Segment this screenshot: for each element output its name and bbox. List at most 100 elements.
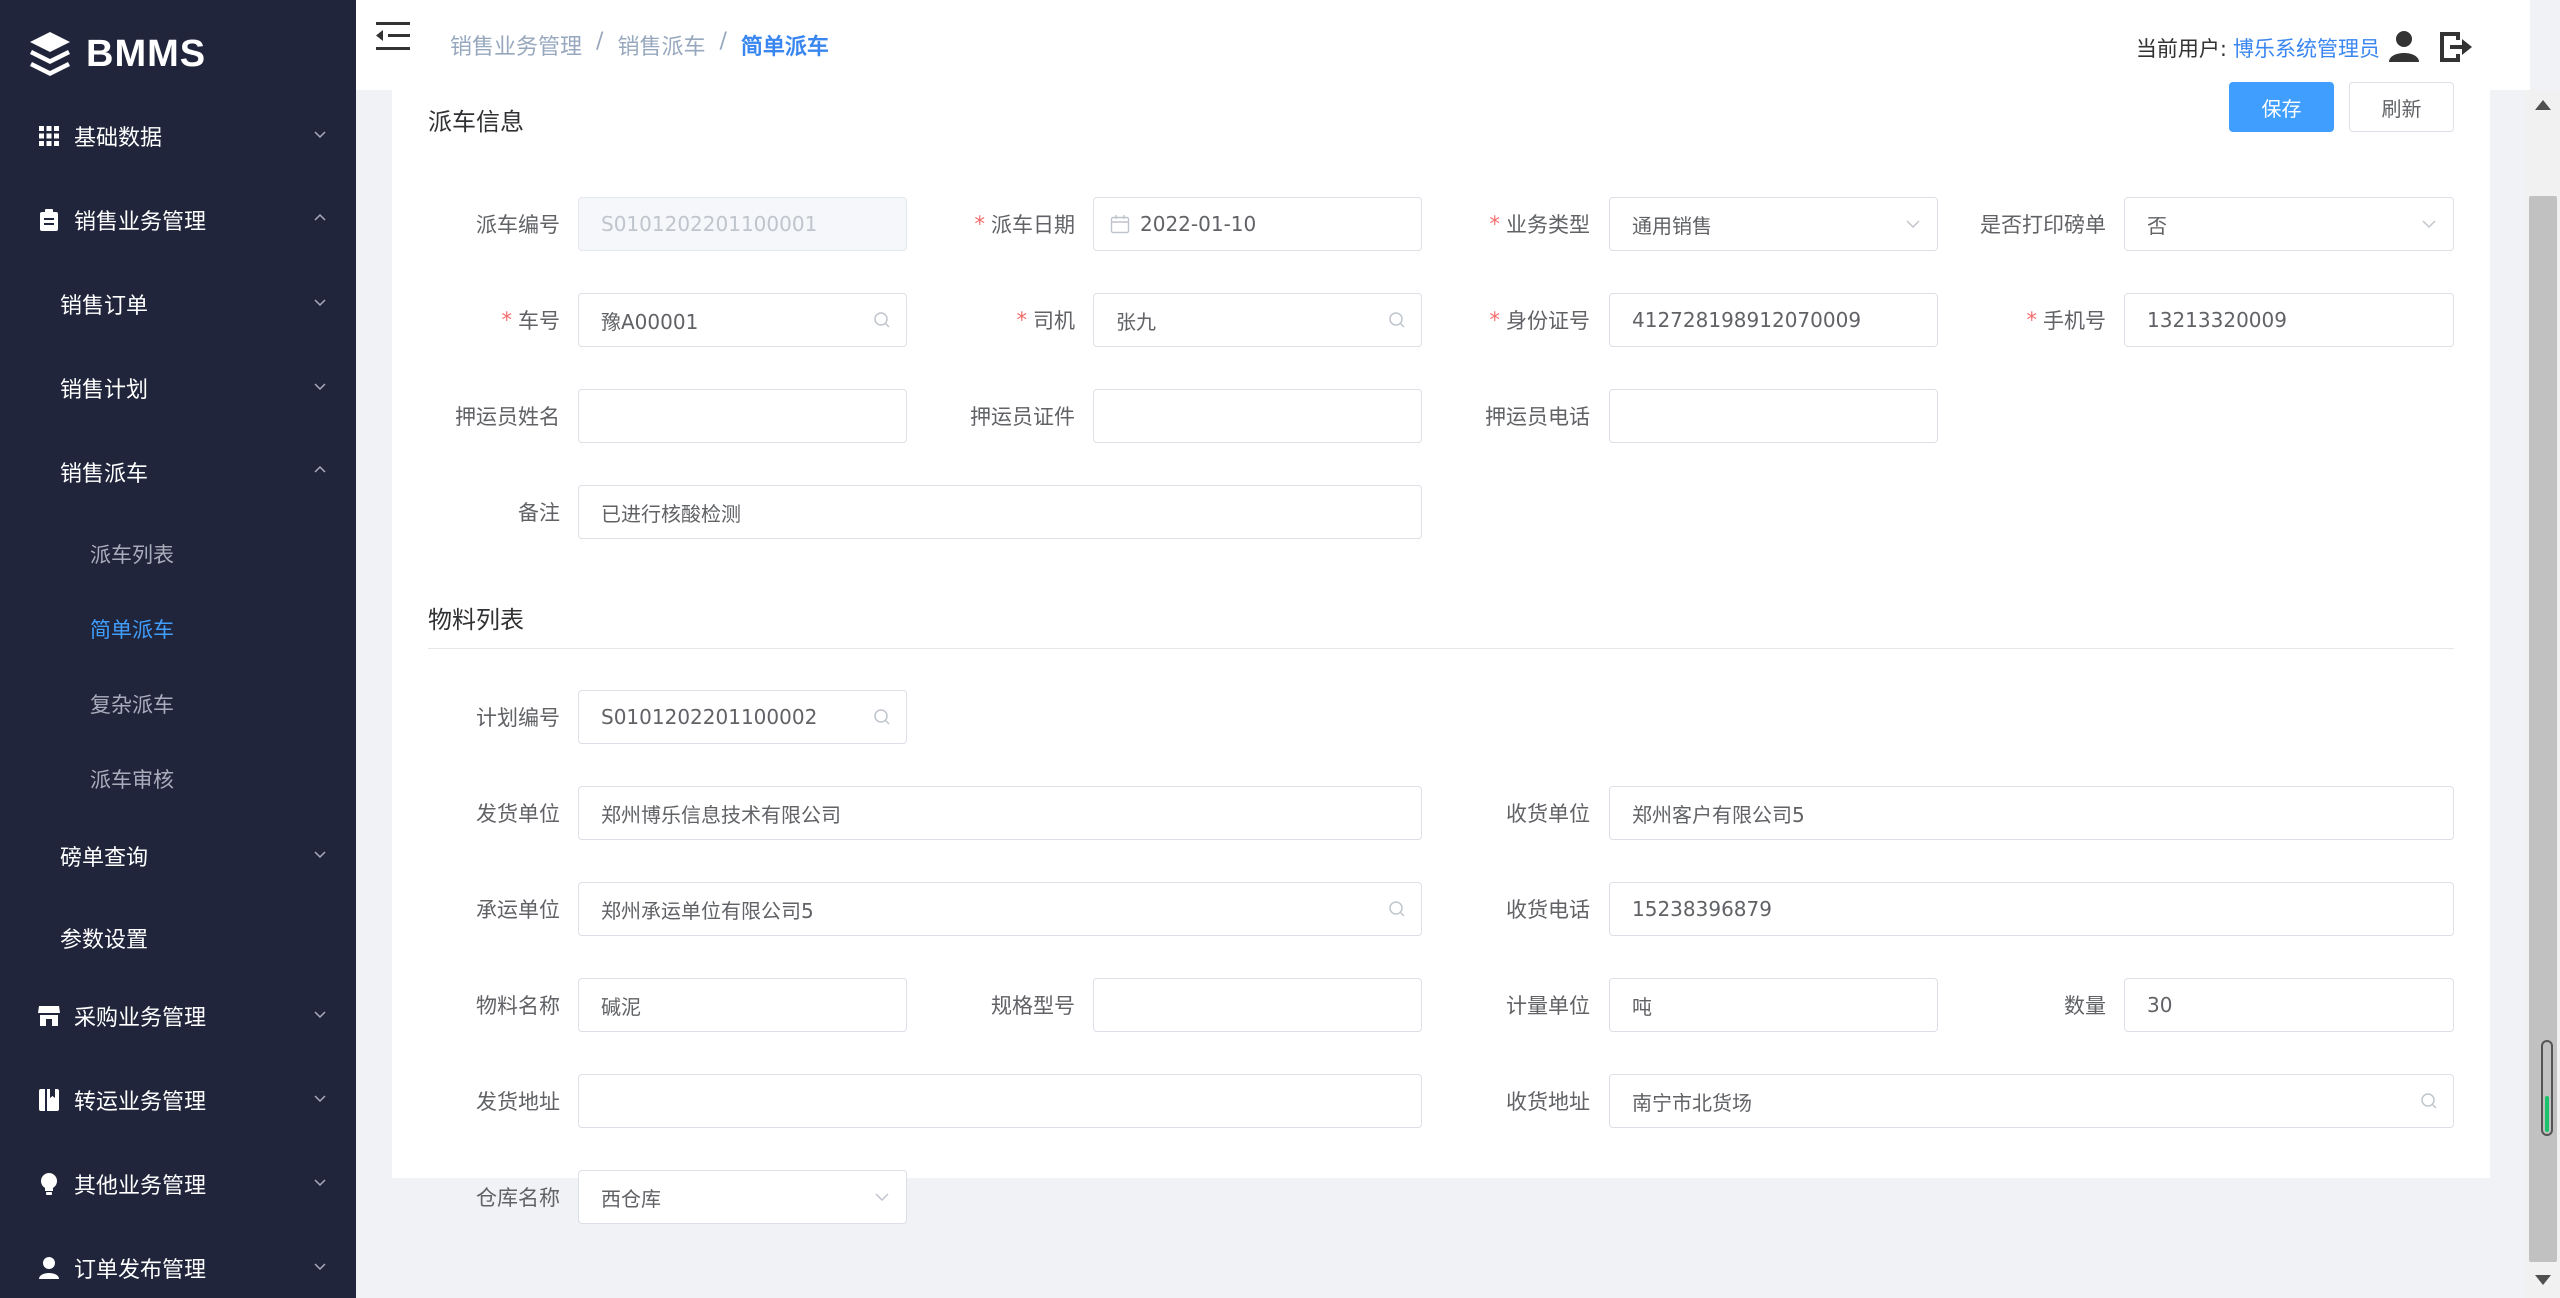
required-mark: * — [1489, 212, 1501, 236]
unit-input[interactable]: 吨 — [1609, 978, 1938, 1032]
label-text: 司机 — [1033, 309, 1075, 333]
id-no-label: * 身份证号 — [1450, 293, 1591, 347]
search-icon[interactable] — [1387, 310, 1407, 330]
breadcrumb-current: 简单派车 — [740, 35, 829, 60]
chevron-up-icon — [314, 465, 326, 473]
sidebar-item-transfer-management[interactable]: 转运业务管理 — [0, 1070, 356, 1130]
label-text: 押运员姓名 — [455, 405, 560, 429]
label-text: 承运单位 — [476, 898, 560, 922]
carrier-input[interactable]: 郑州承运单位有限公司5 — [578, 882, 1422, 936]
label-text: 派车日期 — [991, 213, 1075, 237]
app-name: BMMS — [86, 32, 207, 75]
field-value: S0101202201100001 — [601, 212, 818, 236]
required-mark: * — [974, 212, 986, 236]
sidebar-item-sales-dispatch[interactable]: 销售派车 — [0, 442, 356, 502]
escort-cert-input[interactable] — [1093, 389, 1422, 443]
field-value: 张九 — [1116, 309, 1156, 334]
user-icon — [38, 1257, 60, 1279]
sidebar-item-dispatch-review[interactable]: 派车审核 — [0, 749, 356, 809]
carrier-label: 承运单位 — [420, 882, 560, 936]
sidebar-item-complex-dispatch[interactable]: 复杂派车 — [0, 674, 356, 734]
scroll-up-arrow[interactable] — [2535, 100, 2551, 110]
app-logo[interactable]: BMMS — [0, 0, 356, 108]
label-text: 手机号 — [2043, 309, 2106, 333]
shipper-input[interactable]: 郑州博乐信息技术有限公司 — [578, 786, 1422, 840]
label-text: 数量 — [2064, 994, 2106, 1018]
escort-phone-input[interactable] — [1609, 389, 1938, 443]
sidebar-item-order-publish[interactable]: 订单发布管理 — [0, 1238, 356, 1298]
dispatch-date-picker[interactable]: 2022-01-10 — [1093, 197, 1422, 251]
receiver-phone-input[interactable]: 15238396879 — [1609, 882, 2454, 936]
spec-input[interactable] — [1093, 978, 1422, 1032]
receiver-label: 收货单位 — [1450, 786, 1590, 840]
sidebar-item-sales-management[interactable]: 销售业务管理 — [0, 190, 356, 250]
sidebar-item-label: 销售订单 — [60, 294, 149, 319]
sidebar-item-label: 派车列表 — [90, 543, 174, 567]
current-user-label: 当前用户: — [2135, 37, 2227, 61]
quantity-label: 数量 — [1966, 978, 2106, 1032]
sidebar-item-label: 参数设置 — [60, 928, 149, 953]
unit-label: 计量单位 — [1450, 978, 1590, 1032]
field-value: 郑州博乐信息技术有限公司 — [601, 802, 841, 827]
menu-toggle-icon[interactable] — [376, 20, 410, 52]
receive-address-label: 收货地址 — [1450, 1074, 1590, 1128]
label-text: 规格型号 — [991, 994, 1075, 1018]
phone-input[interactable]: 13213320009 — [2124, 293, 2454, 347]
sidebar-item-dispatch-list[interactable]: 派车列表 — [0, 524, 356, 584]
business-type-select[interactable]: 通用销售 — [1609, 197, 1938, 251]
logout-icon[interactable] — [2438, 30, 2474, 64]
store-icon — [38, 1005, 60, 1027]
scroll-grip-indicator — [2545, 1096, 2549, 1132]
section-title-dispatch: 派车信息 — [428, 108, 524, 136]
sidebar-item-simple-dispatch[interactable]: 简单派车 — [0, 599, 356, 659]
section-divider — [428, 648, 2454, 649]
field-value: S0101202201100002 — [601, 705, 818, 729]
warehouse-select[interactable]: 西仓库 — [578, 1170, 907, 1224]
search-icon[interactable] — [872, 310, 892, 330]
label-text: 押运员电话 — [1485, 405, 1590, 429]
sidebar-item-ticket-query[interactable]: 磅单查询 — [0, 826, 356, 886]
print-ticket-select[interactable]: 否 — [2124, 197, 2454, 251]
material-name-input[interactable]: 碱泥 — [578, 978, 907, 1032]
id-no-input[interactable]: 412728198912070009 — [1609, 293, 1938, 347]
sidebar-item-label: 简单派车 — [90, 618, 174, 642]
breadcrumb-item[interactable]: 销售派车 — [617, 29, 705, 61]
sidebar-item-purchase-management[interactable]: 采购业务管理 — [0, 986, 356, 1046]
driver-input[interactable]: 张九 — [1093, 293, 1422, 347]
ship-address-input[interactable] — [578, 1074, 1422, 1128]
search-icon[interactable] — [872, 707, 892, 727]
sidebar-item-sales-plans[interactable]: 销售计划 — [0, 358, 356, 418]
refresh-button[interactable]: 刷新 — [2349, 82, 2454, 132]
chevron-down-icon — [314, 299, 326, 307]
breadcrumb-item[interactable]: 销售业务管理 — [450, 29, 582, 61]
label-text: 计划编号 — [476, 706, 560, 730]
driver-label: * 司机 — [935, 293, 1076, 347]
label-text: 是否打印磅单 — [1980, 213, 2106, 237]
remark-input[interactable]: 已进行核酸检测 — [578, 485, 1422, 539]
print-ticket-label: 是否打印磅单 — [1960, 197, 2106, 251]
lightbulb-icon — [38, 1173, 60, 1195]
plan-no-input[interactable]: S0101202201100002 — [578, 690, 907, 744]
calendar-icon — [1110, 215, 1130, 234]
receiver-input[interactable]: 郑州客户有限公司5 — [1609, 786, 2454, 840]
scroll-down-arrow[interactable] — [2535, 1275, 2551, 1285]
save-button[interactable]: 保存 — [2229, 82, 2334, 132]
field-value: 15238396879 — [1632, 897, 1772, 921]
label-text: 收货单位 — [1506, 802, 1590, 826]
required-mark: * — [501, 308, 513, 332]
remark-label: 备注 — [420, 485, 560, 539]
receive-address-input[interactable]: 南宁市北货场 — [1609, 1074, 2454, 1128]
search-icon[interactable] — [2419, 1091, 2439, 1111]
plate-no-input[interactable]: 豫A00001 — [578, 293, 907, 347]
escort-name-input[interactable] — [578, 389, 907, 443]
current-user-name[interactable]: 博乐系统管理员 — [2233, 33, 2380, 63]
sidebar-item-basic-data[interactable]: 基础数据 — [0, 106, 356, 166]
search-icon[interactable] — [1387, 899, 1407, 919]
quantity-input[interactable]: 30 — [2124, 978, 2454, 1032]
required-mark: * — [1489, 308, 1501, 332]
user-profile-icon[interactable] — [2388, 30, 2420, 62]
sidebar-item-other-management[interactable]: 其他业务管理 — [0, 1154, 356, 1214]
escort-name-label: 押运员姓名 — [420, 389, 560, 443]
sidebar-item-sales-orders[interactable]: 销售订单 — [0, 274, 356, 334]
sidebar-item-parameter-settings[interactable]: 参数设置 — [0, 908, 356, 968]
